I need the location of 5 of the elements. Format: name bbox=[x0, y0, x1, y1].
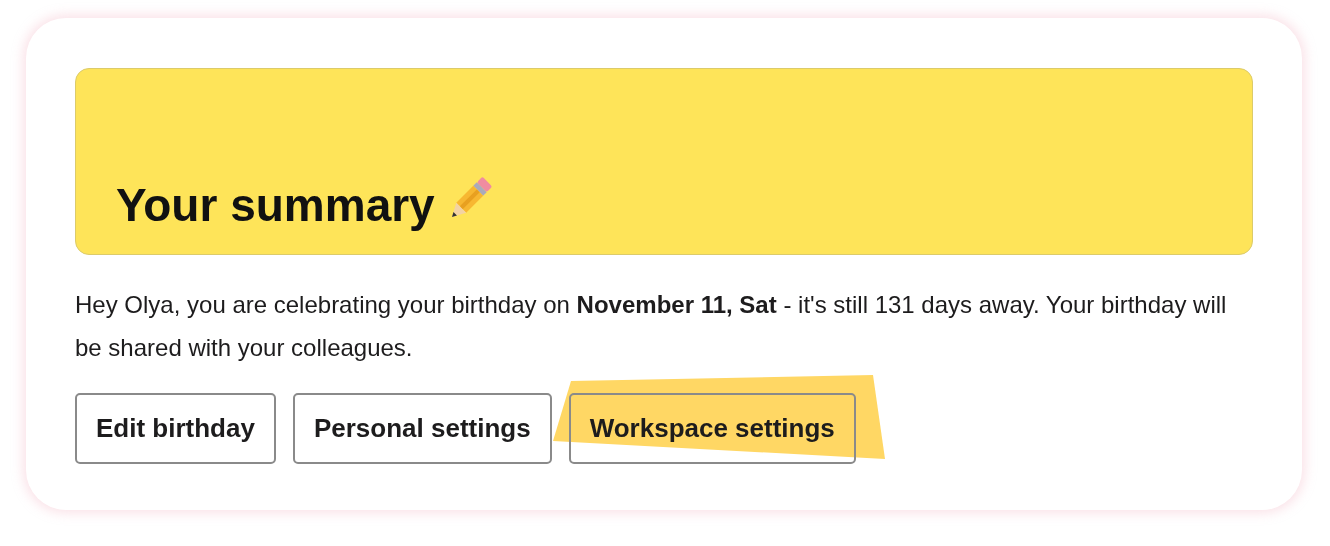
settings-button[interactable]: Personal settings bbox=[292, 393, 552, 464]
settings-button[interactable]: Workspace settings bbox=[568, 393, 856, 464]
settings-button[interactable]: Edit birthday bbox=[75, 393, 276, 464]
summary-title: Your summary bbox=[116, 178, 435, 232]
birthday-message: Hey Olya, you are celebrating your birthday on November 11, Sat - it's still 131 days away. Your birthday will be shared with your colleagues. bbox=[75, 290, 1228, 363]
